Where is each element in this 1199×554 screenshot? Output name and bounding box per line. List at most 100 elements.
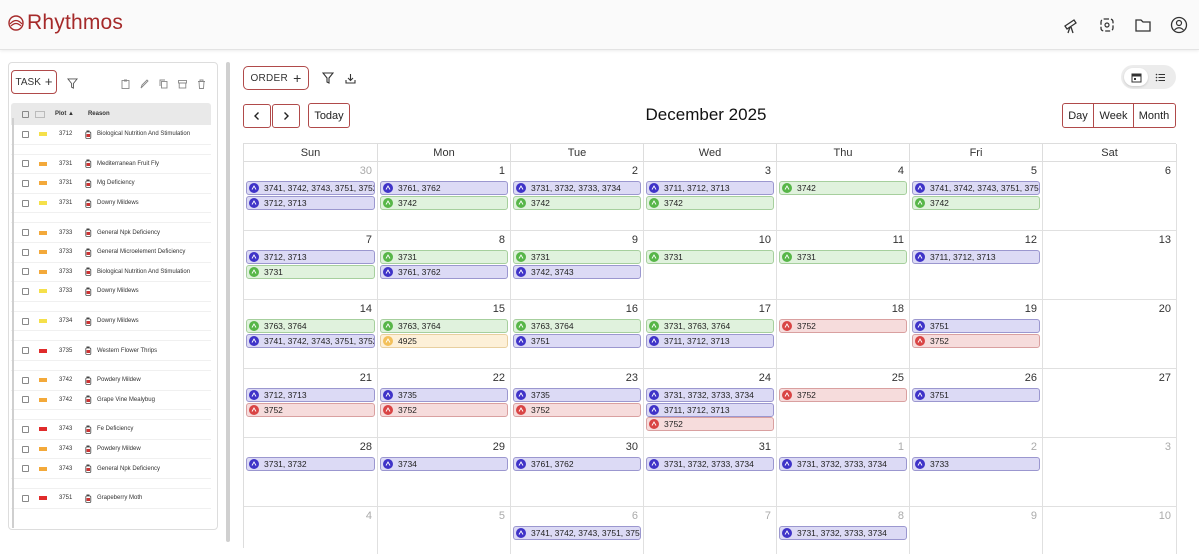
select-all-checkbox[interactable] [22,110,29,118]
day-cell[interactable]: 30 3761, 3762 [511,438,644,507]
calendar-event[interactable]: 3734 [380,457,508,471]
clipboard-icon[interactable] [121,76,130,94]
calendar-event[interactable]: 3731, 3732, 3733, 3734 [779,526,907,540]
calendar-event[interactable]: 3731, 3732 [246,457,375,471]
day-cell[interactable]: 15 3763, 3764 4925 [378,300,511,369]
copy-icon[interactable] [159,76,168,94]
day-cell[interactable]: 4 3742 [777,162,910,231]
day-cell[interactable]: 11 3731 [777,231,910,300]
day-cell[interactable]: 4 [244,507,378,554]
day-cell[interactable]: 1 3731, 3732, 3733, 3734 [777,438,910,507]
month-view-button[interactable]: Month [1132,103,1176,128]
filter-icon[interactable] [66,76,79,94]
day-cell[interactable]: 2 3733 [910,438,1043,507]
day-cell[interactable]: 30 3741, 3742, 3743, 3751, 3752 3712, 3713 [244,162,378,231]
day-cell[interactable]: 7 [644,507,777,554]
day-cell[interactable]: 2 3731, 3732, 3733, 3734 3742 [511,162,644,231]
task-row-checkbox[interactable] [22,494,29,502]
task-row[interactable]: 3743 General Npk Deficiency [11,459,211,479]
day-cell[interactable]: 24 3731, 3732, 3733, 3734 3711, 3712, 3713… [644,369,777,438]
task-row[interactable]: 3712 Biological Nutrition And Stimulation [11,125,211,145]
task-row[interactable]: 3731 Downy Mildews [11,194,211,214]
calendar-event[interactable]: 3761, 3762 [513,457,641,471]
calendar-event[interactable]: 3752 [380,402,508,417]
task-row-checkbox[interactable] [22,160,29,168]
calendar-event[interactable]: 3742 [779,181,907,195]
task-row-checkbox[interactable] [22,229,29,237]
calendar-event[interactable]: 3761, 3762 [380,264,508,279]
task-row[interactable]: 3742 Powdery Mildew [11,371,211,391]
calendar-event[interactable]: 3752 [246,402,375,417]
day-cell[interactable]: 29 3734 [378,438,511,507]
day-cell[interactable]: 8 3731, 3732, 3733, 3734 [777,507,910,554]
day-cell[interactable]: 28 3731, 3732 [244,438,378,507]
calendar-event[interactable]: 3731, 3732, 3733, 3734 [779,457,907,471]
task-row[interactable]: 3731 Mediterranean Fruit Fly [11,155,211,175]
task-row-checkbox[interactable] [22,445,29,453]
task-row[interactable]: 3743 Powdery Mildew [11,440,211,460]
calendar-event[interactable]: 3731 [646,250,774,264]
task-row-checkbox[interactable] [22,248,29,256]
task-row[interactable]: 3734 Downy Mildews [11,312,211,332]
calendar-event[interactable]: 3711, 3712, 3713 [912,250,1040,264]
task-row-checkbox[interactable] [22,268,29,276]
day-cell[interactable]: 31 3731, 3732, 3733, 3734 [644,438,777,507]
app-logo[interactable]: Rhythmos [8,11,123,35]
day-cell[interactable]: 13 [1043,231,1177,300]
day-view-button[interactable]: Day [1061,103,1095,128]
day-cell[interactable]: 9 3731 3742, 3743 [511,231,644,300]
edit-icon[interactable] [140,76,149,94]
day-cell[interactable]: 21 3712, 3713 3752 [244,369,378,438]
week-view-button[interactable]: Week [1093,103,1134,128]
list-view-button[interactable] [1148,68,1172,86]
day-cell[interactable]: 5 [378,507,511,554]
calendar-event[interactable]: 3731, 3732, 3733, 3734 [513,181,641,195]
calendar-event[interactable]: 3741, 3742, 3743, 3751, 3752 [246,333,375,348]
calendar-event[interactable]: 3741, 3742, 3743, 3751, 3752 [513,526,641,540]
add-order-button[interactable]: ORDER + [243,66,309,90]
download-icon[interactable] [345,71,356,89]
calendar-event[interactable]: 3731 [779,250,907,264]
task-row[interactable]: 3742 Grape Vine Mealybug [11,391,211,411]
day-cell[interactable]: 6 [1043,162,1177,231]
day-cell[interactable]: 17 3731, 3763, 3764 3711, 3712, 3713 [644,300,777,369]
task-row[interactable]: 3735 Western Flower Thrips [11,341,211,361]
calendar-event[interactable]: 3752 [779,319,907,333]
next-month-button[interactable] [272,104,300,128]
filter-icon[interactable] [321,71,335,89]
day-cell[interactable]: 3 3711, 3712, 3713 3742 [644,162,777,231]
prev-month-button[interactable] [243,104,271,128]
task-row-checkbox[interactable] [22,425,29,433]
day-cell[interactable]: 27 [1043,369,1177,438]
day-cell[interactable]: 18 3752 [777,300,910,369]
day-cell[interactable]: 25 3752 [777,369,910,438]
task-row[interactable]: 3733 General Microelement Deficiency [11,243,211,263]
day-cell[interactable]: 9 [910,507,1043,554]
calendar-event[interactable]: 3712, 3713 [246,250,375,264]
task-row-checkbox[interactable] [22,465,29,473]
task-row-checkbox[interactable] [22,287,29,295]
day-cell[interactable]: 19 3751 3752 [910,300,1043,369]
day-cell[interactable]: 1 3761, 3762 3742 [378,162,511,231]
calendar-event[interactable]: 3741, 3742, 3743, 3751, 3752 [246,181,375,195]
calendar-event[interactable]: 3751 [912,388,1040,402]
calendar-event[interactable]: 3711, 3712, 3713 [646,333,774,348]
task-row-checkbox[interactable] [22,179,29,187]
task-row[interactable]: 3733 General Npk Deficiency [11,223,211,243]
task-row[interactable]: 3733 Downy Mildews [11,282,211,302]
calendar-view-button[interactable] [1124,68,1148,86]
calendar-event[interactable]: 3712, 3713 [246,388,375,402]
column-header-plot[interactable]: Plot ▲ [55,111,74,117]
day-cell[interactable]: 22 3735 3752 [378,369,511,438]
day-cell[interactable]: 7 3712, 3713 3731 [244,231,378,300]
calendar-event[interactable]: 3763, 3764 [513,319,641,333]
calendar-event[interactable]: 3741, 3742, 3743, 3751, 3752 [912,181,1040,195]
task-row-checkbox[interactable] [22,347,29,355]
task-row-checkbox[interactable] [22,396,29,404]
calendar-event[interactable]: 3742 [380,195,508,210]
calendar-event[interactable]: 3751 [912,319,1040,333]
calendar-event[interactable]: 3711, 3712, 3713 [646,402,774,417]
calendar-event[interactable]: 3733 [912,457,1040,471]
calendar-event[interactable]: 3731 [380,250,508,264]
column-header-reason[interactable]: Reason [88,111,110,117]
